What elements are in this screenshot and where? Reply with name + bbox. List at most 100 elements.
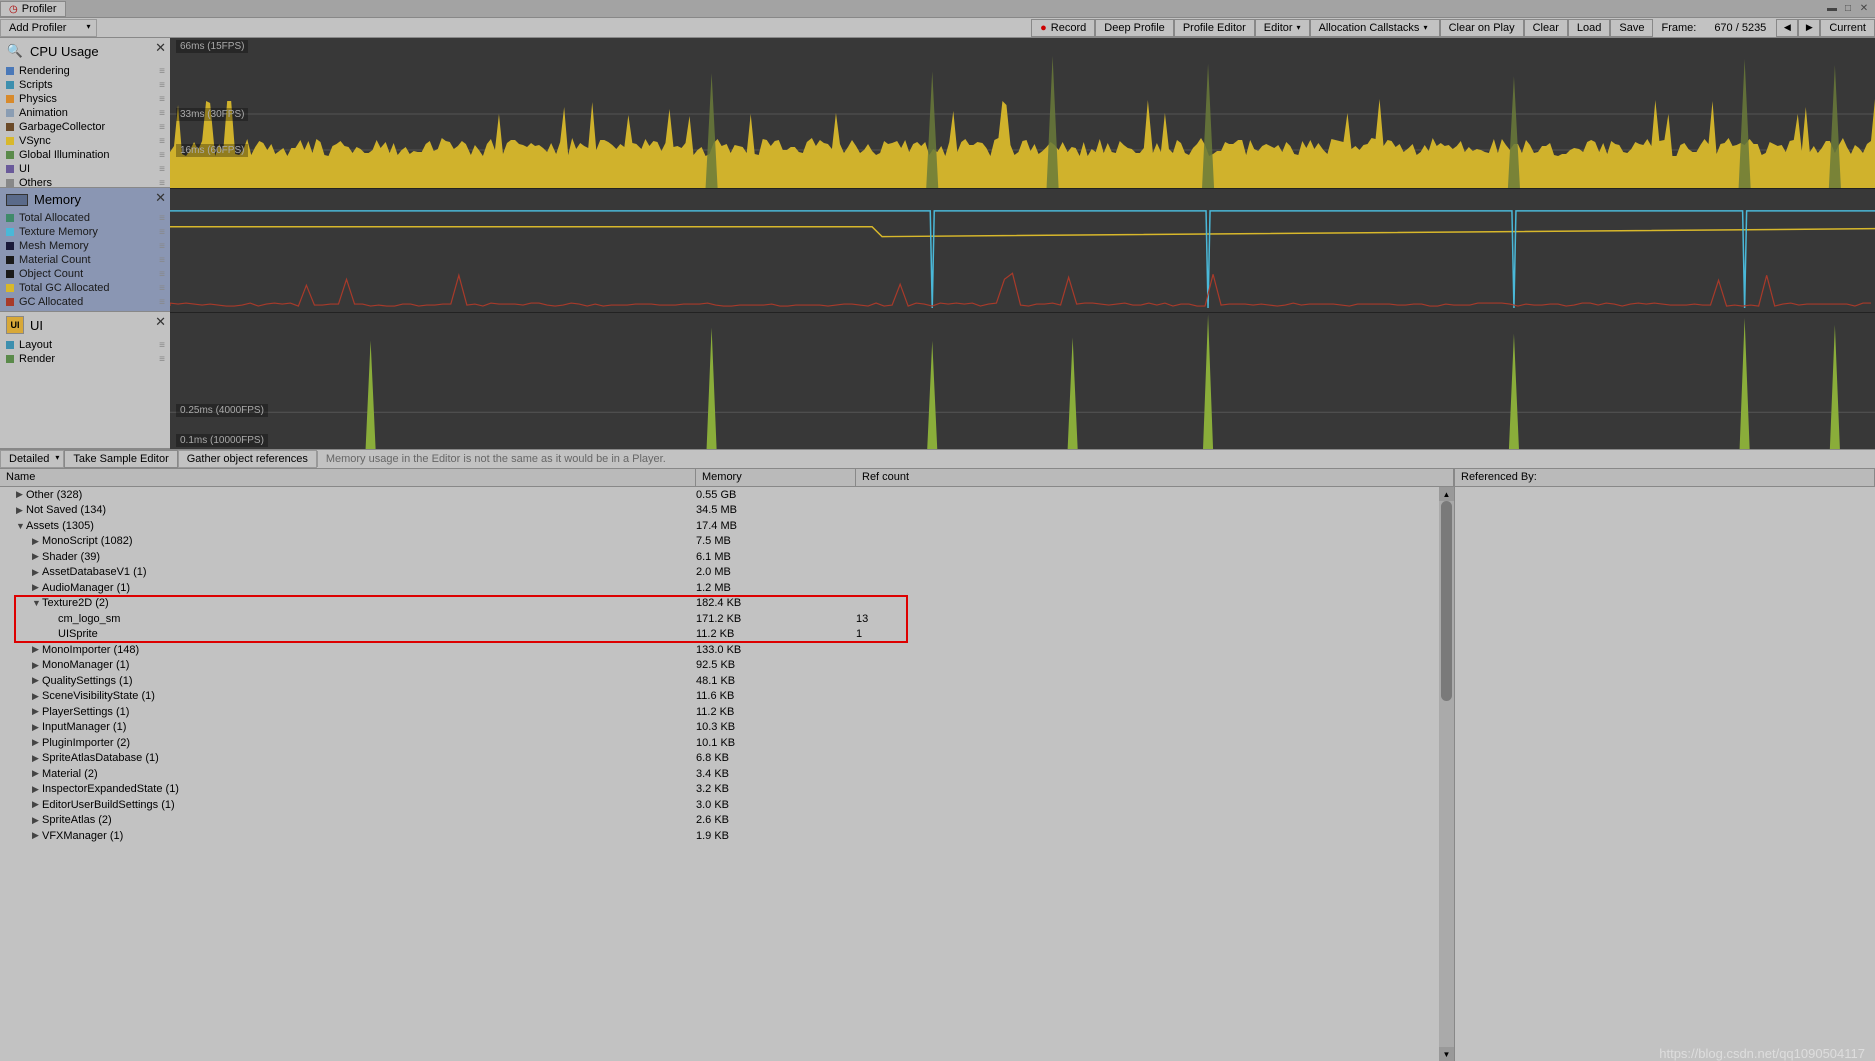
- drag-handle-icon[interactable]: ≡: [159, 108, 164, 119]
- drag-handle-icon[interactable]: ≡: [159, 164, 164, 175]
- expand-arrow-icon[interactable]: ▼: [32, 598, 42, 608]
- table-row[interactable]: ▶AudioManager (1)1.2 MB: [0, 580, 1454, 596]
- refcount-column-header[interactable]: Ref count: [856, 469, 1454, 486]
- ui-header[interactable]: UI UI: [0, 312, 170, 338]
- record-button[interactable]: Record: [1031, 19, 1095, 37]
- table-row[interactable]: ▶MonoImporter (148)133.0 KB: [0, 642, 1454, 658]
- expand-arrow-icon[interactable]: ▶: [32, 644, 42, 655]
- table-row[interactable]: ▶InspectorExpandedState (1)3.2 KB: [0, 782, 1454, 798]
- table-row[interactable]: ▶PluginImporter (2)10.1 KB: [0, 735, 1454, 751]
- legend-item[interactable]: UI≡: [4, 162, 166, 176]
- expand-arrow-icon[interactable]: ▶: [32, 799, 42, 810]
- name-column-header[interactable]: Name: [0, 469, 696, 486]
- expand-arrow-icon[interactable]: ▶: [16, 489, 26, 500]
- profile-editor-button[interactable]: Profile Editor: [1174, 19, 1255, 37]
- expand-arrow-icon[interactable]: ▶: [32, 675, 42, 686]
- expand-arrow-icon[interactable]: ▶: [32, 660, 42, 671]
- expand-arrow-icon[interactable]: ▶: [32, 737, 42, 748]
- legend-item[interactable]: Total GC Allocated≡: [4, 281, 166, 295]
- tree-body[interactable]: ▶Other (328)0.55 GB▶Not Saved (134)34.5 …: [0, 487, 1454, 1061]
- legend-item[interactable]: GarbageCollector≡: [4, 120, 166, 134]
- expand-arrow-icon[interactable]: ▶: [32, 784, 42, 795]
- close-icon[interactable]: ✕: [1857, 2, 1871, 16]
- drag-handle-icon[interactable]: ≡: [159, 283, 164, 294]
- legend-item[interactable]: Texture Memory≡: [4, 225, 166, 239]
- table-row[interactable]: ▶VFXManager (1)1.9 KB: [0, 828, 1454, 844]
- drag-handle-icon[interactable]: ≡: [159, 340, 164, 351]
- table-row[interactable]: ▶AssetDatabaseV1 (1)2.0 MB: [0, 565, 1454, 581]
- close-icon[interactable]: ✕: [155, 40, 166, 56]
- legend-item[interactable]: Object Count≡: [4, 267, 166, 281]
- legend-item[interactable]: Layout≡: [4, 338, 166, 352]
- table-row[interactable]: ▼Texture2D (2)182.4 KB: [0, 596, 1454, 612]
- save-button[interactable]: Save: [1610, 19, 1653, 37]
- cpu-usage-header[interactable]: 🔍 CPU Usage: [0, 38, 170, 64]
- drag-handle-icon[interactable]: ≡: [159, 297, 164, 308]
- expand-arrow-icon[interactable]: ▶: [32, 551, 42, 562]
- allocation-callstacks-dropdown[interactable]: Allocation Callstacks: [1310, 19, 1440, 37]
- drag-handle-icon[interactable]: ≡: [159, 178, 164, 189]
- memory-chart[interactable]: [170, 188, 1875, 312]
- min-icon[interactable]: ▬: [1825, 2, 1839, 16]
- legend-item[interactable]: GC Allocated≡: [4, 295, 166, 309]
- referenced-by-header[interactable]: Referenced By:: [1455, 469, 1875, 486]
- vertical-scrollbar[interactable]: ▲ ▼: [1439, 487, 1454, 1061]
- clear-on-play-button[interactable]: Clear on Play: [1440, 19, 1524, 37]
- expand-arrow-icon[interactable]: ▶: [32, 722, 42, 733]
- expand-arrow-icon[interactable]: ▶: [32, 536, 42, 547]
- table-row[interactable]: ▶Material (2)3.4 KB: [0, 766, 1454, 782]
- profiler-tab[interactable]: Profiler: [0, 1, 66, 17]
- legend-item[interactable]: Render≡: [4, 352, 166, 366]
- table-row[interactable]: ▶MonoManager (1)92.5 KB: [0, 658, 1454, 674]
- legend-item[interactable]: Physics≡: [4, 92, 166, 106]
- table-row[interactable]: ▶QualitySettings (1)48.1 KB: [0, 673, 1454, 689]
- drag-handle-icon[interactable]: ≡: [159, 122, 164, 133]
- table-row[interactable]: ▼Assets (1305)17.4 MB: [0, 518, 1454, 534]
- expand-arrow-icon[interactable]: ▶: [32, 815, 42, 826]
- expand-arrow-icon[interactable]: ▶: [32, 830, 42, 841]
- table-row[interactable]: ▶SpriteAtlas (2)2.6 KB: [0, 813, 1454, 829]
- prev-frame-button[interactable]: ◀: [1776, 19, 1798, 37]
- max-icon[interactable]: □: [1841, 2, 1855, 16]
- scroll-down-button[interactable]: ▼: [1439, 1047, 1454, 1061]
- drag-handle-icon[interactable]: ≡: [159, 227, 164, 238]
- cpu-chart[interactable]: 66ms (15FPS) 33ms (30FPS) 16ms (60FPS): [170, 38, 1875, 188]
- detailed-dropdown[interactable]: Detailed: [0, 450, 64, 468]
- legend-item[interactable]: Mesh Memory≡: [4, 239, 166, 253]
- current-button[interactable]: Current: [1820, 19, 1875, 37]
- expand-arrow-icon[interactable]: ▶: [32, 691, 42, 702]
- legend-item[interactable]: Scripts≡: [4, 78, 166, 92]
- expand-arrow-icon[interactable]: ▶: [32, 582, 42, 593]
- table-row[interactable]: ▶Not Saved (134)34.5 MB: [0, 503, 1454, 519]
- drag-handle-icon[interactable]: ≡: [159, 94, 164, 105]
- memory-header[interactable]: Memory: [0, 188, 170, 211]
- table-row[interactable]: UISprite11.2 KB1: [0, 627, 1454, 643]
- gather-references-toggle[interactable]: Gather object references: [178, 450, 317, 468]
- table-row[interactable]: ▶Shader (39)6.1 MB: [0, 549, 1454, 565]
- legend-item[interactable]: Material Count≡: [4, 253, 166, 267]
- close-icon[interactable]: ✕: [155, 190, 166, 206]
- drag-handle-icon[interactable]: ≡: [159, 136, 164, 147]
- drag-handle-icon[interactable]: ≡: [159, 80, 164, 91]
- table-row[interactable]: ▶SceneVisibilityState (1)11.6 KB: [0, 689, 1454, 705]
- drag-handle-icon[interactable]: ≡: [159, 255, 164, 266]
- table-row[interactable]: ▶Other (328)0.55 GB: [0, 487, 1454, 503]
- drag-handle-icon[interactable]: ≡: [159, 213, 164, 224]
- expand-arrow-icon[interactable]: ▶: [32, 706, 42, 717]
- table-row[interactable]: ▶PlayerSettings (1)11.2 KB: [0, 704, 1454, 720]
- expand-arrow-icon[interactable]: ▼: [16, 521, 26, 531]
- take-sample-button[interactable]: Take Sample Editor: [64, 450, 177, 468]
- expand-arrow-icon[interactable]: ▶: [32, 768, 42, 779]
- expand-arrow-icon[interactable]: ▶: [32, 753, 42, 764]
- scroll-up-button[interactable]: ▲: [1439, 487, 1454, 501]
- table-row[interactable]: ▶InputManager (1)10.3 KB: [0, 720, 1454, 736]
- table-row[interactable]: ▶EditorUserBuildSettings (1)3.0 KB: [0, 797, 1454, 813]
- table-row[interactable]: cm_logo_sm171.2 KB13: [0, 611, 1454, 627]
- deep-profile-button[interactable]: Deep Profile: [1095, 19, 1174, 37]
- next-frame-button[interactable]: ▶: [1798, 19, 1820, 37]
- legend-item[interactable]: VSync≡: [4, 134, 166, 148]
- clear-button[interactable]: Clear: [1524, 19, 1568, 37]
- add-profiler-dropdown[interactable]: Add Profiler: [0, 19, 97, 37]
- load-button[interactable]: Load: [1568, 19, 1610, 37]
- drag-handle-icon[interactable]: ≡: [159, 66, 164, 77]
